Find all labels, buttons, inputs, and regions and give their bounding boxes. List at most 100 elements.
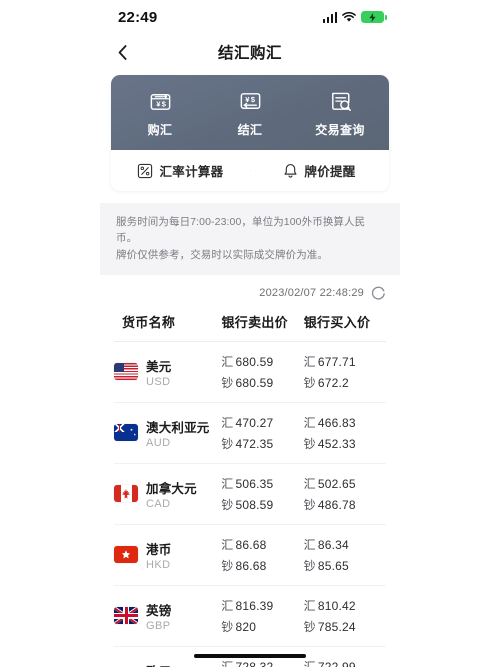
currency-cell: 美元 USD	[114, 356, 221, 388]
rates-timestamp: 2023/02/07 22:48:29	[259, 287, 364, 300]
action-card: ¥ $ 购汇 ¥ $ 结汇 交易查询 汇率计算器 牌价提醒	[111, 75, 389, 191]
currency-name: 欧元	[146, 661, 171, 667]
currency-code: CAD	[146, 497, 171, 510]
sell-remittance-price: 汇 86.68	[221, 537, 267, 552]
action-label: 结汇	[237, 123, 263, 137]
timestamp-row: 2023/02/07 22:48:29	[100, 275, 400, 309]
sell-remittance-price: 汇 728.32	[221, 659, 274, 667]
back-button[interactable]	[108, 34, 136, 70]
sell-cash-price: 钞 680.59	[221, 375, 274, 390]
sell-cash-price: 钞 86.68	[221, 558, 267, 573]
buy-cash-price: 钞 785.24	[303, 619, 356, 634]
header-sell-price: 银行卖出价	[221, 314, 288, 330]
currency-cell: 英镑 GBP	[114, 600, 221, 632]
svg-text:$: $	[250, 95, 255, 104]
page-title: 结汇购汇	[217, 45, 282, 62]
sell-price-cell: 汇 86.68 钞 86.68	[221, 536, 303, 574]
currency-name: 美元	[146, 359, 172, 374]
buy-remittance-price: 汇 722.99	[303, 659, 356, 667]
rate-alert-button[interactable]: 牌价提醒	[250, 161, 389, 180]
sell-cash-price: 钞 820	[221, 619, 257, 634]
currency-cell: 澳大利亚元 AUD	[114, 417, 221, 449]
buy-remittance-price: 汇 466.83	[303, 415, 356, 430]
header-currency: 货币名称	[122, 314, 176, 330]
buy-cash-price: 钞 85.65	[303, 558, 349, 573]
table-row[interactable]: 加拿大元 CAD 汇 506.35 钞 508.59 汇 502.65 钞 486.78	[114, 464, 386, 525]
svg-text:$: $	[161, 100, 166, 109]
currency-code: AUD	[146, 436, 171, 449]
buy-remittance-price: 汇 502.65	[303, 476, 356, 491]
buy-cash-price: 钞 486.78	[303, 497, 356, 512]
refresh-button[interactable]	[371, 286, 386, 301]
ca-flag	[114, 485, 138, 503]
buy-price-cell: 汇 677.71 钞 672.2	[304, 353, 386, 391]
sell-cash-price: 钞 472.35	[221, 436, 274, 451]
sell-foreign-currency-icon: ¥ $	[240, 93, 260, 109]
table-row[interactable]: 美元 USD 汇 680.59 钞 680.59 汇 677.71 钞 672.2	[114, 342, 386, 403]
sell-price-cell: 汇 506.35 钞 508.59	[221, 475, 303, 513]
sell-price-cell: 汇 816.39 钞 820	[221, 597, 303, 635]
chevron-left-icon	[118, 44, 126, 60]
status-indicators	[322, 11, 387, 23]
sell-remittance-price: 汇 506.35	[221, 476, 274, 491]
buy-remittance-price: 汇 810.42	[303, 598, 356, 613]
currency-cell: 欧元EUR	[114, 661, 221, 667]
cellular-signal-icon	[322, 11, 337, 23]
hk-flag	[114, 546, 138, 564]
currency-code: GBP	[146, 619, 171, 632]
buy-remittance-price: 汇 677.71	[303, 354, 356, 369]
action-card-primary-row: ¥ $ 购汇 ¥ $ 结汇 交易查询	[111, 75, 389, 150]
buy-price-cell: 汇 810.42 钞 785.24	[304, 597, 386, 635]
table-row[interactable]: 澳大利亚元 AUD 汇 470.27 钞 472.35 汇 466.83 钞 452.33	[114, 403, 386, 464]
transaction-query-icon	[331, 92, 351, 111]
table-body: 美元 USD 汇 680.59 钞 680.59 汇 677.71 钞 672.2 澳大利亚元 AUD…	[114, 342, 386, 667]
table-row[interactable]: 英镑 GBP 汇 816.39 钞 820 汇 810.42 钞 785.24	[114, 586, 386, 647]
currency-name: 港币	[146, 542, 172, 557]
table-header-row: 货币名称 银行卖出价 银行买入价	[114, 309, 386, 342]
sell-price-cell: 汇728.32钞730.67	[221, 658, 303, 667]
action-sell-foreign-currency[interactable]: ¥ $ 结汇	[205, 89, 295, 138]
header-buy-price: 银行买入价	[303, 314, 371, 330]
svg-text:¥: ¥	[156, 100, 161, 109]
action-transaction-query[interactable]: 交易查询	[295, 89, 385, 138]
buy-price-cell: 汇 86.34 钞 85.65	[304, 536, 386, 574]
bell-icon	[284, 163, 297, 178]
currency-cell: 港币 HKD	[114, 539, 221, 571]
exchange-rate-table: 货币名称 银行卖出价 银行买入价 美元 USD 汇 680.59 钞 680.59 汇 677…	[100, 309, 400, 667]
sell-price-cell: 汇 680.59 钞 680.59	[221, 353, 303, 391]
buy-remittance-price: 汇 86.34	[303, 537, 349, 552]
buy-price-cell: 汇 502.65 钞 486.78	[304, 475, 386, 513]
currency-name: 澳大利亚元	[146, 420, 210, 435]
phone-screen: 22:49 结汇购汇 ¥ $ 购汇 ¥ $ 结汇 交易查询 汇率计算器 牌价提醒…	[100, 0, 400, 667]
nav-bar: 结汇购汇	[100, 34, 400, 70]
au-flag	[114, 424, 138, 442]
table-row[interactable]: 港币 HKD 汇 86.68 钞 86.68 汇 86.34 钞 85.65	[114, 525, 386, 586]
rate-alert-label: 牌价提醒	[304, 165, 356, 179]
sell-remittance-price: 汇 816.39	[221, 598, 274, 613]
buy-price-cell: 汇722.99钞700.53	[304, 658, 386, 667]
buy-cash-price: 钞 452.33	[303, 436, 356, 451]
sell-remittance-price: 汇 680.59	[221, 354, 274, 369]
sell-price-cell: 汇 470.27 钞 472.35	[221, 414, 303, 452]
status-time: 22:49	[118, 8, 158, 26]
svg-text:¥: ¥	[245, 95, 250, 104]
action-label: 交易查询	[315, 123, 365, 137]
rate-calculator-label: 汇率计算器	[159, 165, 224, 179]
rate-calculator-button[interactable]: 汇率计算器	[111, 161, 250, 180]
calculator-icon	[138, 163, 153, 178]
currency-name: 英镑	[146, 603, 172, 618]
sell-remittance-price: 汇 470.27	[221, 415, 274, 430]
status-bar: 22:49	[100, 0, 400, 34]
buy-foreign-currency-icon: ¥ $	[150, 94, 170, 110]
action-label: 购汇	[147, 123, 173, 137]
currency-code: HKD	[146, 558, 171, 571]
us-flag	[114, 363, 138, 381]
currency-name: 加拿大元	[146, 481, 197, 496]
action-buy-foreign-currency[interactable]: ¥ $ 购汇	[115, 89, 205, 138]
buy-cash-price: 钞 672.2	[303, 375, 349, 390]
home-indicator	[194, 654, 306, 658]
action-card-secondary-row: 汇率计算器 牌价提醒	[111, 150, 389, 191]
refresh-icon	[371, 286, 385, 300]
gb-flag	[114, 607, 138, 625]
notice-line-1: 服务时间为每日7:00-23:00，单位为100外币换算人民币。	[116, 216, 366, 245]
